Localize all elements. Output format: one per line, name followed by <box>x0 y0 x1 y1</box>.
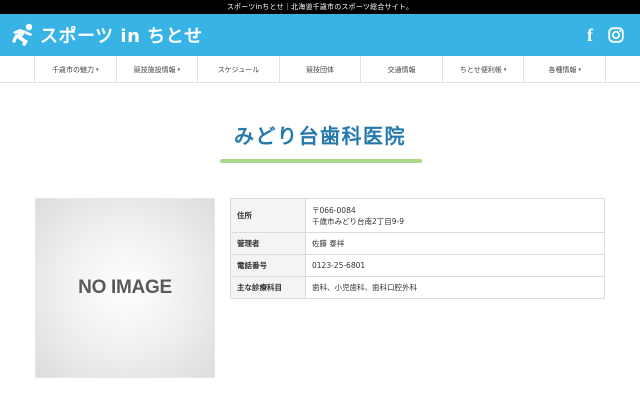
phone-label: 電話番号 <box>230 254 306 277</box>
instagram-icon[interactable] <box>606 25 626 45</box>
nav-item-transport[interactable]: 交通情報 <box>361 56 443 83</box>
runner-logo-icon <box>12 23 33 46</box>
street-address: 千歳市みどり台南2丁目9-9 <box>312 216 405 226</box>
manager-label: 管理者 <box>230 232 306 255</box>
phone-value: 0123-25-6801 <box>305 254 605 277</box>
chevron-down-icon: ▾ <box>177 66 181 73</box>
page-title: みどり台歯科医院 <box>234 124 406 148</box>
site-tagline-bar: スポーツinちとせ｜北海道千歳市のスポーツ総合サイト。 <box>0 0 640 14</box>
table-row: 住所 〒066-0084 千歳市みどり台南2丁目9-9 <box>230 198 605 233</box>
site-logo[interactable]: スポーツ in ちとせ <box>10 20 203 50</box>
chevron-down-icon: ▾ <box>96 66 99 73</box>
nav-item-schedule[interactable]: スケジュール <box>198 56 280 83</box>
departments-value: 歯科、小児歯科、歯科口腔外科 <box>305 276 605 299</box>
departments-label: 主な診療科目 <box>230 276 306 299</box>
nav-item-handbook[interactable]: ちとせ便利帳 ▾ <box>443 56 525 83</box>
nav-item-various-info[interactable]: 各種情報 ▾ <box>524 56 607 83</box>
site-header: スポーツ in ちとせ f <box>0 14 640 56</box>
table-row: 主な診療科目 歯科、小児歯科、歯科口腔外科 <box>230 276 605 299</box>
chevron-down-icon: ▾ <box>503 66 507 73</box>
manager-value: 佐藤 泰祥 <box>305 232 605 255</box>
facility-image-placeholder: NO IMAGE <box>35 198 215 378</box>
facility-info-table: 住所 〒066-0084 千歳市みどり台南2丁目9-9 管理者 佐藤 泰祥 電話… <box>230 198 605 299</box>
postal-code: 〒066-0084 <box>312 205 356 215</box>
address-value: 〒066-0084 千歳市みどり台南2丁目9-9 <box>305 198 605 233</box>
no-image-label: NO IMAGE <box>78 277 172 298</box>
table-row: 管理者 佐藤 泰祥 <box>230 232 605 255</box>
title-underline <box>220 159 422 163</box>
chevron-down-icon: ▾ <box>578 66 582 73</box>
site-logo-text: スポーツ in ちとせ <box>40 26 203 47</box>
address-label: 住所 <box>230 198 306 233</box>
nav-item-facilities[interactable]: 競技施設情報 ▾ <box>117 56 199 83</box>
table-row: 電話番号 0123-25-6801 <box>230 254 605 277</box>
global-nav: 千歳市の魅力 ▾ 競技施設情報 ▾ スケジュール 競技団体 交通情報 ちとせ便利帳 ▾… <box>0 56 640 83</box>
nav-item-city-appeal[interactable]: 千歳市の魅力 ▾ <box>35 56 117 83</box>
nav-item-organizations[interactable]: 競技団体 <box>280 56 362 83</box>
facebook-icon[interactable]: f <box>582 25 598 45</box>
instagram-glyph-icon <box>608 27 624 43</box>
site-tagline: スポーツinちとせ｜北海道千歳市のスポーツ総合サイト。 <box>226 3 414 11</box>
